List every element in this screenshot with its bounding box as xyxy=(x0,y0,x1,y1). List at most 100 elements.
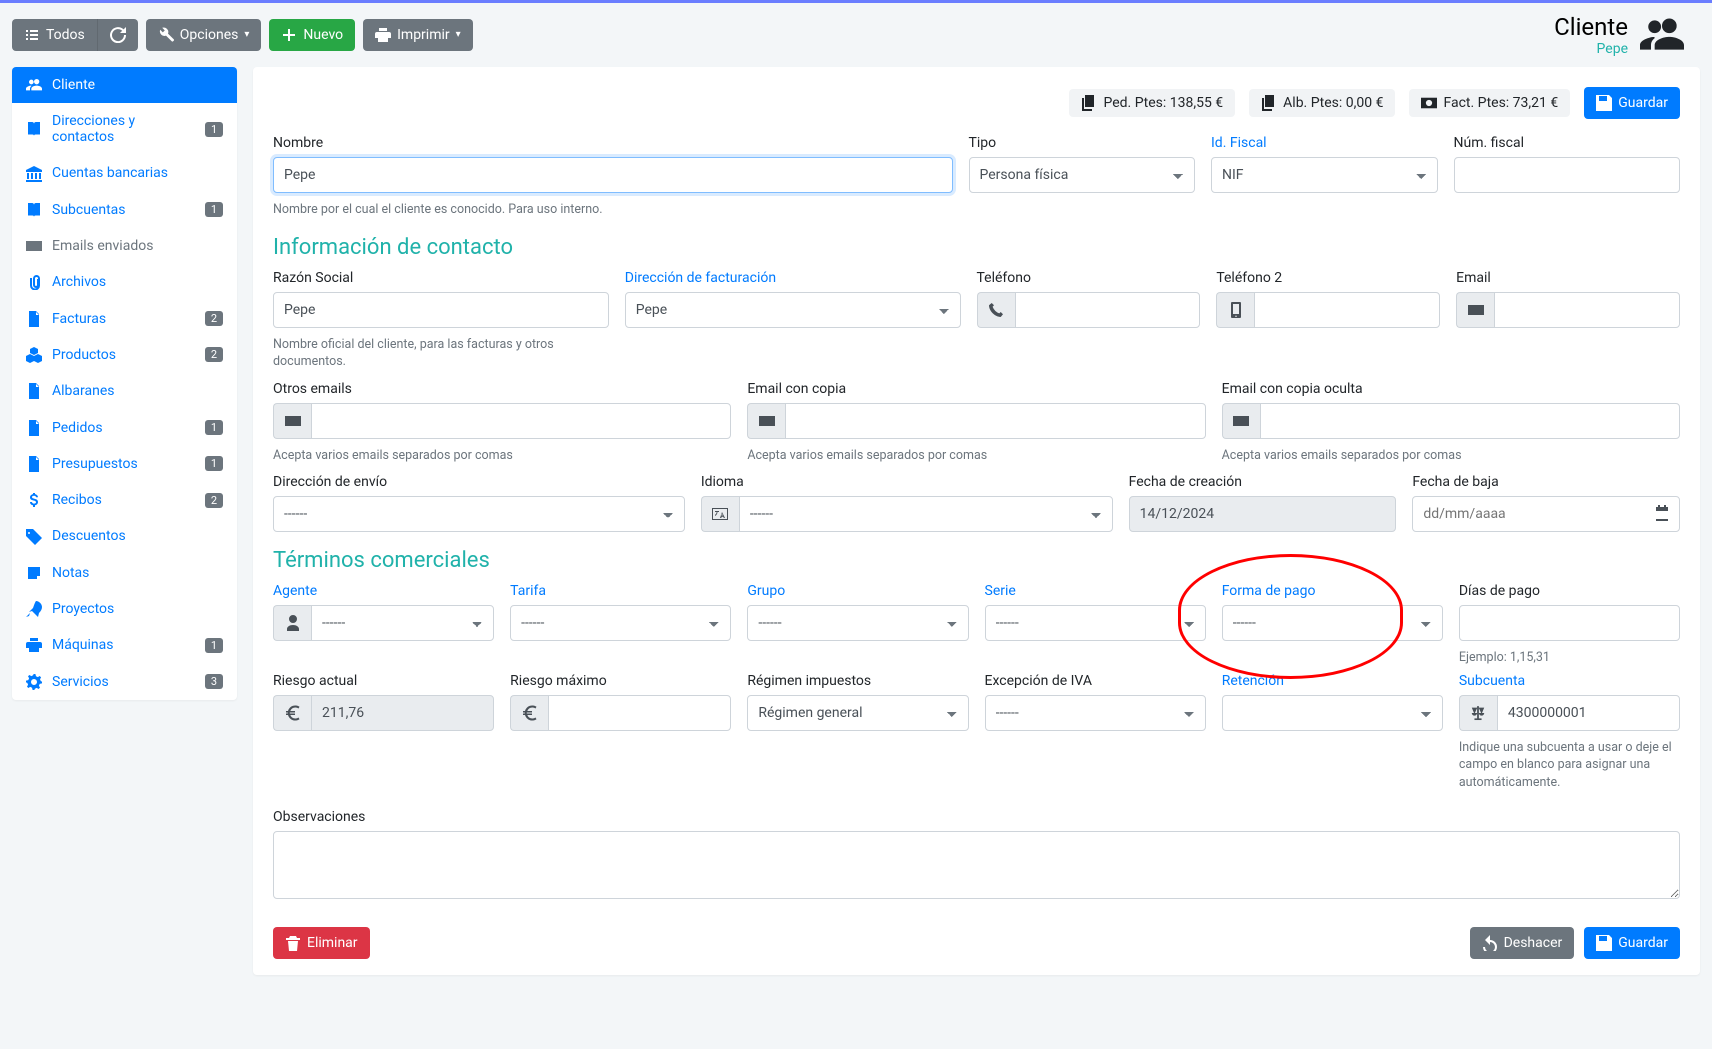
telefono-label: Teléfono xyxy=(977,270,1201,286)
sidebar-item-archivos[interactable]: Archivos xyxy=(12,264,237,300)
chevron-down-icon: ▾ xyxy=(244,25,249,45)
printer-icon xyxy=(26,637,42,653)
status-bar: Ped. Ptes: 138,55 € Alb. Ptes: 0,00 € Fa… xyxy=(273,87,1680,119)
calendar-icon[interactable] xyxy=(1654,505,1670,521)
razon-input[interactable] xyxy=(273,292,609,328)
retencion-label[interactable]: Retención xyxy=(1222,673,1443,689)
sidebar-item-máquinas[interactable]: Máquinas1 xyxy=(12,627,237,663)
ped-ptes-pill[interactable]: Ped. Ptes: 138,55 € xyxy=(1069,89,1235,117)
excepcion-select[interactable]: ------ xyxy=(985,695,1206,731)
grupo-select[interactable]: ------ xyxy=(747,605,968,641)
sidebar-item-subcuentas[interactable]: Subcuentas1 xyxy=(12,192,237,228)
agente-select[interactable]: ------ xyxy=(311,605,494,641)
file-icon xyxy=(26,310,42,326)
sidebar-item-label: Servicios xyxy=(52,674,109,690)
sidebar-item-recibos[interactable]: Recibos 2 xyxy=(12,482,237,518)
sidebar-badge: 1 xyxy=(205,202,223,217)
telefono2-input[interactable] xyxy=(1254,292,1440,328)
regimen-select[interactable]: Régimen general xyxy=(747,695,968,731)
email-bcc-input[interactable] xyxy=(1260,403,1680,439)
retencion-select[interactable] xyxy=(1222,695,1443,731)
section-contacto: Información de contacto xyxy=(273,235,1680,260)
sidebar-item-pedidos[interactable]: Pedidos1 xyxy=(12,409,237,445)
sidebar-item-cuentas-bancarias[interactable]: Cuentas bancarias xyxy=(12,155,237,191)
phone-icon xyxy=(977,292,1015,328)
fact-ptes-pill[interactable]: Fact. Ptes: 73,21 € xyxy=(1409,89,1570,117)
file-icon xyxy=(26,419,42,435)
tipo-select[interactable]: Persona física xyxy=(969,157,1196,193)
serie-select[interactable]: ------ xyxy=(985,605,1206,641)
guardar-top-button[interactable]: Guardar xyxy=(1584,87,1680,119)
email-label: Email xyxy=(1456,270,1680,286)
alb-ptes-pill[interactable]: Alb. Ptes: 0,00 € xyxy=(1249,89,1395,117)
idfiscal-select[interactable]: NIF xyxy=(1211,157,1438,193)
nuevo-label: Nuevo xyxy=(303,25,343,45)
rocket-icon xyxy=(26,601,42,617)
regimen-label: Régimen impuestos xyxy=(747,673,968,689)
tipo-label: Tipo xyxy=(969,135,1196,151)
idioma-select[interactable]: ------ xyxy=(739,496,1113,532)
undo-icon xyxy=(1482,933,1498,953)
guardar-bottom-button[interactable]: Guardar xyxy=(1584,927,1680,959)
dias-pago-help: Ejemplo: 1,15,31 xyxy=(1459,649,1680,667)
idfiscal-label[interactable]: Id. Fiscal xyxy=(1211,135,1438,151)
email-input[interactable] xyxy=(1494,292,1680,328)
numfiscal-input[interactable] xyxy=(1454,157,1681,193)
sidebar-item-cliente[interactable]: Cliente xyxy=(12,67,237,103)
grupo-label[interactable]: Grupo xyxy=(747,583,968,599)
email-cc-input[interactable] xyxy=(785,403,1205,439)
dias-pago-input[interactable] xyxy=(1459,605,1680,641)
deshacer-button[interactable]: Deshacer xyxy=(1470,927,1575,959)
sidebar-badge: 2 xyxy=(205,493,223,508)
refresh-button[interactable] xyxy=(97,19,138,51)
sidebar-item-label: Recibos xyxy=(52,492,102,508)
trash-icon xyxy=(285,933,301,953)
sidebar-item-notas[interactable]: Notas xyxy=(12,555,237,591)
sidebar-item-descuentos[interactable]: Descuentos xyxy=(12,518,237,554)
opciones-button[interactable]: Opciones ▾ xyxy=(146,19,262,51)
agente-label[interactable]: Agente xyxy=(273,583,494,599)
book-icon xyxy=(26,121,42,137)
email-cc-label: Email con copia xyxy=(747,381,1205,397)
tag-icon xyxy=(26,528,42,544)
tarifa-label[interactable]: Tarifa xyxy=(510,583,731,599)
serie-label[interactable]: Serie xyxy=(985,583,1206,599)
sidebar-item-direcciones-y-contactos[interactable]: Direcciones y contactos1 xyxy=(12,103,237,155)
eliminar-button[interactable]: Eliminar xyxy=(273,927,370,959)
observaciones-input[interactable] xyxy=(273,831,1680,899)
refresh-icon xyxy=(110,25,126,45)
sidebar-item-presupuestos[interactable]: Presupuestos1 xyxy=(12,446,237,482)
forma-pago-select[interactable]: ------ xyxy=(1222,605,1443,641)
sidebar-item-proyectos[interactable]: Proyectos xyxy=(12,591,237,627)
book-icon xyxy=(26,202,42,218)
fbaja-input[interactable] xyxy=(1412,496,1680,532)
sidebar-item-facturas[interactable]: Facturas2 xyxy=(12,300,237,336)
tarifa-select[interactable]: ------ xyxy=(510,605,731,641)
users-icon xyxy=(1640,13,1684,57)
forma-pago-label[interactable]: Forma de pago xyxy=(1222,583,1443,599)
mail-icon xyxy=(273,403,311,439)
nombre-input[interactable] xyxy=(273,157,953,193)
user-icon xyxy=(273,605,311,641)
excepcion-label: Excepción de IVA xyxy=(985,673,1206,689)
subcuenta-input[interactable] xyxy=(1497,695,1680,731)
sidebar-item-albaranes[interactable]: Albaranes xyxy=(12,373,237,409)
sidebar-item-label: Pedidos xyxy=(52,420,103,436)
sidebar-item-servicios[interactable]: Servicios3 xyxy=(12,663,237,699)
dirfact-select[interactable]: Pepe xyxy=(625,292,961,328)
dirfact-label[interactable]: Dirección de facturación xyxy=(625,270,961,286)
imprimir-label: Imprimir xyxy=(397,25,450,45)
main-panel: Ped. Ptes: 138,55 € Alb. Ptes: 0,00 € Fa… xyxy=(253,67,1700,975)
sidebar-item-productos[interactable]: Productos2 xyxy=(12,337,237,373)
direnvio-select[interactable]: ------ xyxy=(273,496,685,532)
otros-emails-input[interactable] xyxy=(311,403,731,439)
nuevo-button[interactable]: Nuevo xyxy=(269,19,355,51)
sidebar-badge: 1 xyxy=(205,122,223,137)
todos-label: Todos xyxy=(46,25,85,45)
riesgo-max-input[interactable] xyxy=(548,695,731,731)
euro-icon xyxy=(510,695,548,731)
subcuenta-label[interactable]: Subcuenta xyxy=(1459,673,1680,689)
todos-button[interactable]: Todos xyxy=(12,19,97,51)
telefono-input[interactable] xyxy=(1015,292,1201,328)
imprimir-button[interactable]: Imprimir ▾ xyxy=(363,19,473,51)
